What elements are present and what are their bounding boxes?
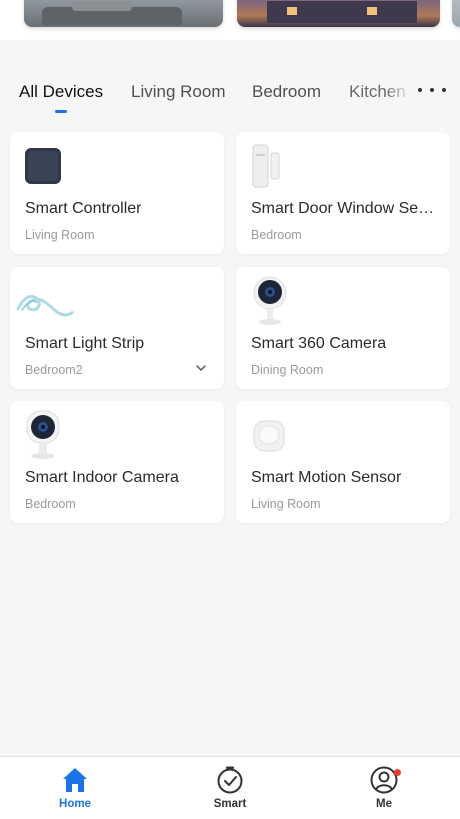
home-icon xyxy=(63,768,87,792)
device-room: Bedroom xyxy=(25,497,76,511)
camera-icon xyxy=(253,276,287,325)
nav-me-label: Me xyxy=(376,798,392,810)
device-room: Living Room xyxy=(25,228,95,242)
room-tabs: All Devices Living Room Bedroom Kitchen xyxy=(0,40,460,118)
light-strip-icon xyxy=(16,295,74,317)
device-name: Smart Indoor Camera xyxy=(25,469,179,486)
more-horizontal-icon[interactable] xyxy=(418,83,446,97)
device-card-door-window-sensor[interactable]: Smart Door Window Sensor Bedroom xyxy=(236,132,450,254)
device-name: Smart Controller xyxy=(25,200,142,217)
nav-home-label: Home xyxy=(59,798,91,810)
device-room: Dining Room xyxy=(251,363,324,377)
device-room: Bedroom2 xyxy=(25,363,83,377)
bottom-nav: Home Smart Me xyxy=(0,756,460,819)
house-image xyxy=(267,1,417,23)
nav-smart-label: Smart xyxy=(213,798,247,810)
nav-me[interactable]: Me xyxy=(344,763,424,810)
scene-card-house[interactable] xyxy=(237,0,440,27)
device-room: Bedroom xyxy=(251,228,302,242)
notification-badge xyxy=(394,769,401,776)
door-sensor-icon xyxy=(252,144,280,188)
device-room: Living Room xyxy=(251,497,321,511)
timer-check-icon xyxy=(217,766,243,794)
active-tab-indicator xyxy=(55,110,67,113)
controller-icon xyxy=(25,148,61,184)
scene-card-third[interactable] xyxy=(452,0,460,27)
chevron-down-icon[interactable] xyxy=(194,362,208,374)
device-name: Smart Motion Sensor xyxy=(251,469,402,486)
tab-living-room[interactable]: Living Room xyxy=(131,82,226,102)
sofa-image xyxy=(42,1,182,25)
device-card-light-strip[interactable]: Smart Light Strip Bedroom2 xyxy=(10,267,224,389)
tab-kitchen[interactable]: Kitchen xyxy=(349,82,411,102)
scene-card-living-room[interactable] xyxy=(24,0,223,27)
device-card-smart-controller[interactable]: Smart Controller Living Room xyxy=(10,132,224,254)
device-name: Smart 360 Camera xyxy=(251,335,387,352)
tab-bedroom[interactable]: Bedroom xyxy=(252,82,321,102)
nav-smart[interactable]: Smart xyxy=(190,763,270,810)
device-name: Smart Light Strip xyxy=(25,335,145,352)
device-card-indoor-camera[interactable]: Smart Indoor Camera Bedroom xyxy=(10,401,224,523)
nav-home[interactable]: Home xyxy=(35,763,115,810)
indoor-camera-icon xyxy=(26,410,60,459)
device-name: Smart Door Window Sensor xyxy=(251,200,437,217)
motion-sensor-icon xyxy=(253,420,285,452)
tab-all-devices[interactable]: All Devices xyxy=(19,82,103,102)
scene-strip xyxy=(0,0,460,40)
device-card-360-camera[interactable]: Smart 360 Camera Dining Room xyxy=(236,267,450,389)
device-card-motion-sensor[interactable]: Smart Motion Sensor Living Room xyxy=(236,401,450,523)
